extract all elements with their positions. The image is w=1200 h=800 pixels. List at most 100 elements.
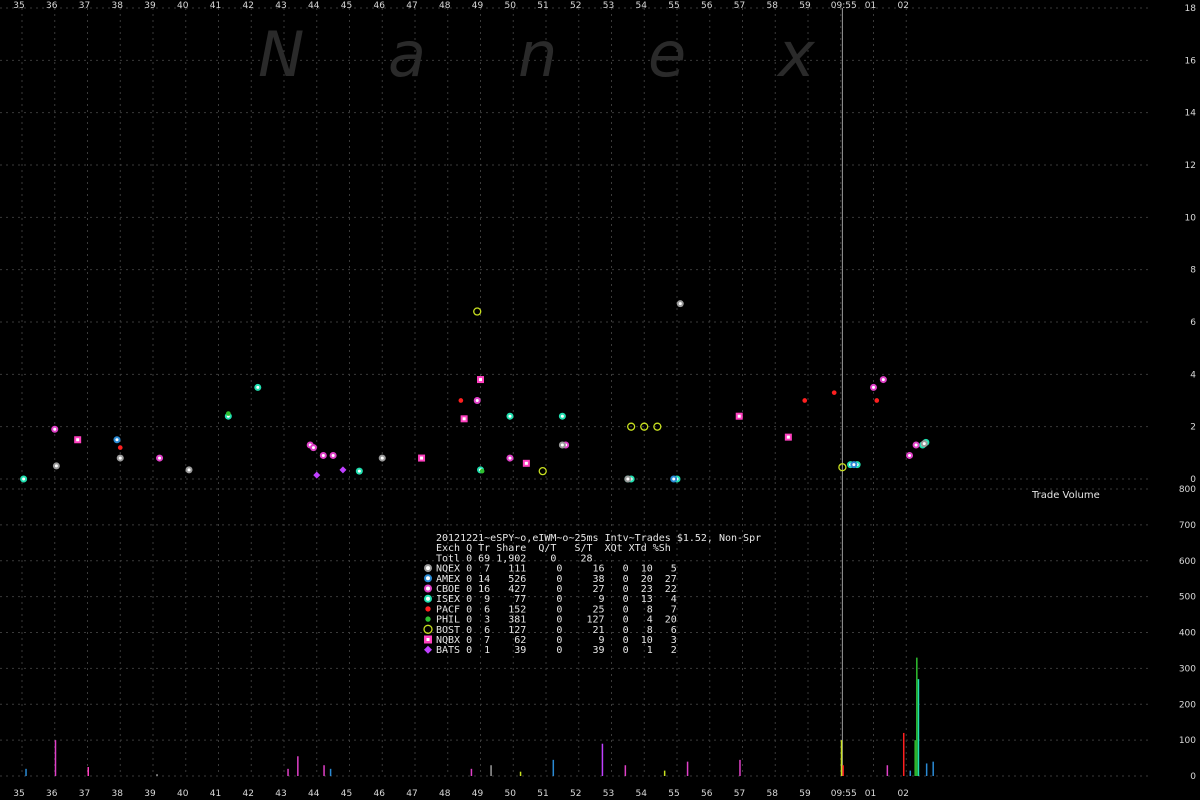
y-tick-label: 2 xyxy=(1190,423,1196,433)
y-tick-label: 0 xyxy=(1190,772,1196,782)
volume-bar xyxy=(886,765,889,776)
trade-point-amex-core xyxy=(852,463,856,467)
volume-bar xyxy=(624,765,627,776)
trade-point-phil xyxy=(479,468,485,474)
trade-point-cboe-core xyxy=(53,427,57,431)
x-tick-label: 56 xyxy=(701,789,713,799)
trade-point-pacf xyxy=(831,390,837,395)
trade-point-amex-core xyxy=(115,438,119,442)
volume-bar xyxy=(663,770,666,776)
x-tick-label: 47 xyxy=(406,789,417,799)
y-tick-label: 18 xyxy=(1185,4,1197,14)
trade-point-cboe-core xyxy=(872,385,875,389)
volume-bar xyxy=(470,768,473,776)
x-tick-label: 50 xyxy=(505,1,517,11)
trade-points xyxy=(20,300,930,483)
nanex-trade-chart: Nanex 35 36 37 38 39 40 41 42 43 44 45 46 47 48 49 50 51… xyxy=(0,1,1197,799)
x-axis-ticks-top: 35 36 37 38 39 40 41 42 43 44 45 46 47 48 49 50 51 52 53 54… xyxy=(13,1,909,11)
trade-point-nqbx-core xyxy=(524,461,528,465)
y-tick-label: 14 xyxy=(1185,109,1197,119)
trade-point-cboe-core xyxy=(908,453,912,457)
x-tick-label: 43 xyxy=(275,789,286,799)
y-axis-ticks-volume: 0 100 200 300 400 500 600 700 800 xyxy=(1179,485,1196,782)
y-tick-label: 200 xyxy=(1179,700,1196,710)
x-tick-label: 35 xyxy=(13,789,24,799)
y-tick-label: 700 xyxy=(1179,521,1196,531)
trade-point-nqbx-core xyxy=(462,417,466,421)
x-tick-label: 45 xyxy=(341,789,352,799)
trade-point-amex-core xyxy=(672,477,676,481)
x-tick-label: 35 xyxy=(13,1,24,11)
x-tick-label: 36 xyxy=(46,1,58,11)
trade-point-bats xyxy=(313,471,321,479)
trade-point-nqbx-core xyxy=(76,438,80,442)
volume-bar xyxy=(87,767,89,776)
y-tick-label: 100 xyxy=(1179,736,1196,746)
volume-bar xyxy=(842,765,844,776)
trade-point-cboe-core xyxy=(475,399,479,402)
legend-row-bats: BATS 0 1 39 0 39 0 1 2 xyxy=(436,645,677,656)
x-tick-label: 36 xyxy=(46,789,58,799)
x-tick-label: 02 xyxy=(898,789,909,799)
volume-bar xyxy=(909,770,912,776)
volume-bar xyxy=(297,756,299,776)
watermark-letter: a xyxy=(388,18,426,91)
trade-point-nqex-core xyxy=(922,442,926,446)
trade-point-isex-core xyxy=(560,414,564,418)
volume-bar xyxy=(840,740,843,776)
trade-point-bost xyxy=(473,307,482,316)
trade-point-nqex-core xyxy=(560,443,564,447)
x-tick-label: 41 xyxy=(210,789,221,799)
volume-bar xyxy=(552,759,555,776)
trade-point-nqex-core xyxy=(380,456,384,460)
volume-bar xyxy=(323,765,325,776)
volume-bar xyxy=(287,768,289,776)
volume-bar xyxy=(490,765,492,776)
watermark-letter: e xyxy=(648,18,686,91)
trade-volume-label: Trade Volume xyxy=(1031,490,1100,501)
y-tick-label: 4 xyxy=(1190,370,1196,380)
x-tick-label: 40 xyxy=(177,789,189,799)
legend-marker-amex-core xyxy=(426,576,430,581)
x-tick-label: 57 xyxy=(734,1,745,11)
legend-marker-phil xyxy=(425,616,431,622)
x-tick-label: 49 xyxy=(472,1,484,11)
trade-point-bats xyxy=(339,466,347,474)
volume-bar xyxy=(54,740,57,776)
trade-point-pacf xyxy=(802,398,808,403)
x-tick-label: 46 xyxy=(374,1,386,11)
trade-point-nqbx-core xyxy=(479,378,482,382)
x-tick-label: 48 xyxy=(439,1,451,11)
volume-bar xyxy=(914,740,916,776)
trade-point-pacf xyxy=(458,398,464,403)
trade-point-pacf xyxy=(874,398,880,403)
y-axis-ticks-price: 0 2 4 6 8 10 12 14 16 18 xyxy=(1185,4,1197,485)
trade-point-bost xyxy=(538,466,547,476)
y-tick-label: 600 xyxy=(1179,557,1196,567)
y-tick-label: 400 xyxy=(1179,629,1196,639)
x-tick-label: 56 xyxy=(701,1,713,11)
x-tick-label: 59 xyxy=(799,789,811,799)
x-tick-label: 38 xyxy=(112,789,124,799)
x-tick-label: 38 xyxy=(112,1,124,11)
x-tick-label: 57 xyxy=(734,789,745,799)
volume-bar xyxy=(739,759,741,776)
volume-bar xyxy=(25,768,27,776)
x-tick-label: 44 xyxy=(308,789,320,799)
trade-point-cboe-core xyxy=(914,443,918,447)
x-tick-label: 53 xyxy=(603,789,614,799)
x-tick-label: 02 xyxy=(898,1,909,11)
x-tick-label: 55 xyxy=(668,1,679,11)
trade-point-isex-core xyxy=(22,477,26,481)
x-tick-label: 09:55 xyxy=(831,789,857,799)
trade-point-cboe-core xyxy=(311,446,315,450)
trade-point-isex-core xyxy=(357,469,361,473)
x-tick-label: 01 xyxy=(865,1,876,11)
y-tick-label: 500 xyxy=(1179,593,1196,603)
trade-point-nqex-core xyxy=(678,302,682,306)
trade-point-pacf xyxy=(117,445,123,450)
volume-bar xyxy=(925,763,928,776)
nanex-watermark: Na n e x xyxy=(258,18,816,91)
x-tick-label: 37 xyxy=(79,789,90,799)
trade-point-isex-core xyxy=(256,385,260,389)
